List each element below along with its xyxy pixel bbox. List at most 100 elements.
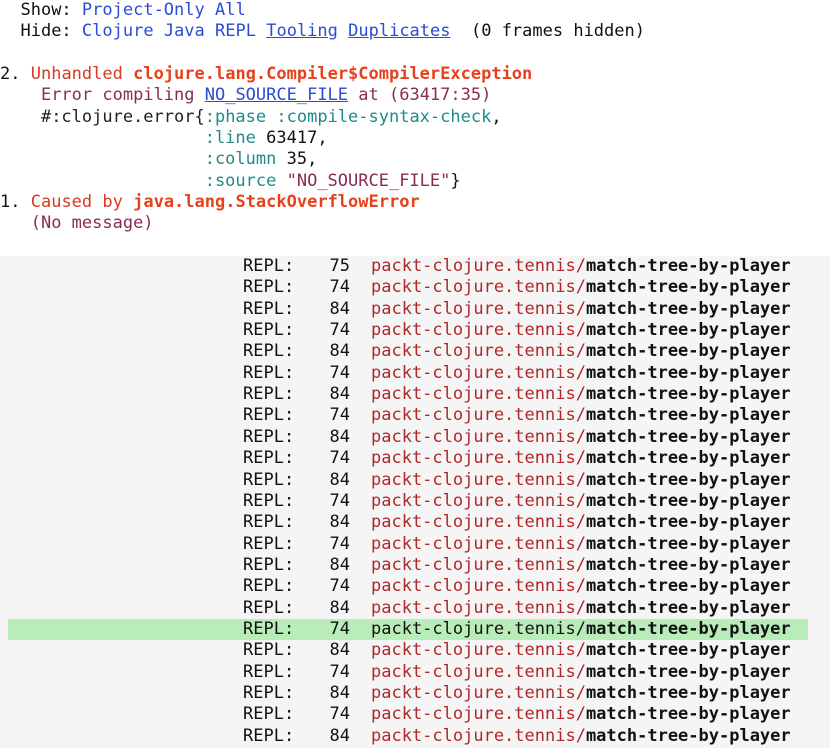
exception-data-line: #:clojure.error{:phase :compile-syntax-c… (0, 107, 502, 128)
filter-project-only[interactable]: Project-Only (82, 0, 205, 20)
frame-source: REPL: (243, 448, 295, 469)
stack-frame[interactable]: REPL: 84 packt-clojure.tennis/match-tree-b… (0, 384, 830, 405)
frame-namespace: packt-clojure.tennis/ (371, 683, 586, 703)
frame-source: REPL: (243, 384, 295, 405)
stack-frame[interactable]: REPL: 84 packt-clojure.tennis/match-tree-b… (0, 341, 830, 362)
frame-function[interactable]: packt-clojure.tennis/match-tree-by-playe… (371, 427, 791, 448)
filter-repl[interactable]: REPL (215, 21, 256, 41)
frame-function[interactable]: packt-clojure.tennis/match-tree-by-playe… (371, 726, 791, 747)
frame-function[interactable]: packt-clojure.tennis/match-tree-by-playe… (371, 320, 791, 341)
frame-function[interactable]: packt-clojure.tennis/match-tree-by-playe… (371, 448, 791, 469)
frame-function-name: match-tree-by-player (585, 384, 791, 405)
frame-namespace: packt-clojure.tennis/ (371, 661, 586, 682)
stack-frame[interactable]: REPL: 84 packt-clojure.tennis/match-tree-b… (0, 640, 830, 661)
frame-function[interactable]: packt-clojure.tennis/match-tree-by-playe… (371, 640, 791, 661)
frame-function[interactable]: packt-clojure.tennis/match-tree-by-playe… (371, 576, 791, 597)
data-key: :phase (204, 107, 267, 127)
exception-2-header: 2. Unhandled clojure.lang.Compiler$Compi… (0, 64, 532, 85)
frame-function-name: match-tree-by-player (585, 320, 791, 341)
stack-frame[interactable]: REPL: 74 packt-clojure.tennis/match-tree-b… (0, 277, 830, 298)
stack-frame[interactable]: REPL: 74 packt-clojure.tennis/match-tree-b… (0, 576, 830, 597)
frame-function[interactable]: packt-clojure.tennis/match-tree-by-playe… (371, 299, 791, 320)
message-text: Error compiling (40, 85, 195, 105)
frame-function[interactable]: packt-clojure.tennis/match-tree-by-playe… (371, 256, 791, 277)
frame-line-number: 74 (329, 618, 350, 639)
frame-line-number: 74 (329, 704, 350, 725)
frame-function[interactable]: packt-clojure.tennis/match-tree-by-playe… (371, 704, 791, 725)
stack-frame[interactable]: REPL: 84 packt-clojure.tennis/match-tree-b… (0, 726, 830, 747)
frame-line-number: 84 (329, 597, 350, 618)
filter-clojure[interactable]: Clojure (82, 21, 154, 41)
frame-function-name: match-tree-by-player (585, 341, 791, 362)
stack-frame[interactable]: REPL: 84 packt-clojure.tennis/match-tree-b… (0, 683, 830, 704)
frame-function[interactable]: packt-clojure.tennis/match-tree-by-playe… (371, 512, 791, 533)
frame-function[interactable]: packt-clojure.tennis/match-tree-by-playe… (371, 405, 791, 426)
frame-function[interactable]: packt-clojure.tennis/match-tree-by-playe… (371, 277, 791, 298)
frame-function-name: match-tree-by-player (585, 448, 791, 469)
show-filter-row: Show: Project-Only All (0, 0, 246, 21)
frame-function-name: match-tree-by-player (585, 490, 791, 511)
frame-function-name: match-tree-by-player (585, 469, 791, 490)
hide-label: Hide: (20, 21, 72, 41)
frame-namespace: packt-clojure.tennis/ (371, 512, 586, 533)
data-sep: , (307, 149, 318, 169)
frame-function[interactable]: packt-clojure.tennis/match-tree-by-playe… (371, 683, 791, 704)
data-sep: } (450, 171, 461, 191)
data-map-open: #:clojure.error{ (40, 107, 205, 127)
filter-tooling[interactable]: Tooling (266, 21, 338, 41)
frame-function[interactable]: packt-clojure.tennis/match-tree-by-playe… (371, 534, 791, 555)
stack-frame[interactable]: REPL: 84 packt-clojure.tennis/match-tree-b… (0, 512, 830, 533)
frame-line-number: 84 (329, 341, 350, 362)
hidden-frames-count: (0 frames hidden) (470, 21, 645, 41)
stack-frame[interactable]: REPL: 84 packt-clojure.tennis/match-tree-b… (0, 598, 830, 619)
frame-namespace: packt-clojure.tennis/ (371, 341, 586, 362)
message-location: at (63417:35) (358, 85, 492, 105)
stack-frame[interactable]: REPL: 84 packt-clojure.tennis/match-tree-b… (0, 555, 830, 576)
frame-function[interactable]: packt-clojure.tennis/match-tree-by-playe… (371, 491, 791, 512)
frame-function[interactable]: packt-clojure.tennis/match-tree-by-playe… (371, 341, 791, 362)
frame-function[interactable]: packt-clojure.tennis/match-tree-by-playe… (371, 619, 791, 640)
frame-source: REPL: (243, 469, 295, 490)
frame-source: REPL: (243, 725, 295, 746)
filter-duplicates[interactable]: Duplicates (348, 21, 450, 41)
stack-frame[interactable]: REPL: 74 packt-clojure.tennis/match-tree-b… (0, 534, 830, 555)
frame-line-number: 74 (329, 277, 350, 298)
frame-function[interactable]: packt-clojure.tennis/match-tree-by-playe… (371, 470, 791, 491)
stack-frame[interactable]: REPL: 84 packt-clojure.tennis/match-tree-b… (0, 427, 830, 448)
frame-line-number: 74 (329, 448, 350, 469)
stack-frame[interactable]: REPL: 84 packt-clojure.tennis/match-tree-b… (0, 299, 830, 320)
frame-function-name: match-tree-by-player (585, 683, 791, 703)
stack-frame[interactable]: REPL: 74 packt-clojure.tennis/match-tree-b… (0, 491, 830, 512)
data-sep: , (317, 128, 328, 148)
stack-frame-selected[interactable]: REPL: 74 packt-clojure.tennis/match-tree-b… (8, 618, 808, 641)
frame-function[interactable]: packt-clojure.tennis/match-tree-by-playe… (371, 662, 791, 683)
stack-frame[interactable]: REPL: 74 packt-clojure.tennis/match-tree-b… (0, 704, 830, 725)
exception-index: 1. (0, 192, 21, 212)
filter-java[interactable]: Java (164, 21, 205, 41)
stack-frame[interactable]: REPL: 74 packt-clojure.tennis/match-tree-b… (0, 662, 830, 683)
stack-frame[interactable]: REPL: 74 packt-clojure.tennis/match-tree-b… (0, 320, 830, 341)
hide-filter-row: Hide: Clojure Java REPL Tooling Duplicat… (0, 21, 645, 42)
frame-function-name: match-tree-by-player (585, 277, 791, 298)
stack-frame[interactable]: REPL: 75 packt-clojure.tennis/match-tree-b… (0, 256, 830, 277)
stack-frame[interactable]: REPL: 74 packt-clojure.tennis/match-tree-b… (0, 363, 830, 384)
frame-namespace: packt-clojure.tennis/ (371, 320, 586, 341)
filter-all[interactable]: All (215, 0, 246, 20)
frame-function[interactable]: packt-clojure.tennis/match-tree-by-playe… (371, 555, 791, 576)
exception-prefix: Unhandled (30, 64, 123, 84)
message-text: (No message) (30, 213, 154, 233)
source-file-link[interactable]: NO_SOURCE_FILE (205, 85, 348, 105)
stack-frame[interactable]: REPL: 74 packt-clojure.tennis/match-tree-b… (0, 448, 830, 469)
data-value: "NO_SOURCE_FILE" (286, 171, 451, 191)
frame-function-name: match-tree-by-player (585, 426, 791, 447)
show-label: Show: (20, 0, 72, 20)
frame-source: REPL: (243, 298, 295, 319)
frame-function[interactable]: packt-clojure.tennis/match-tree-by-playe… (371, 384, 791, 405)
stack-frame[interactable]: REPL: 74 packt-clojure.tennis/match-tree-b… (0, 405, 830, 426)
stack-frame[interactable]: REPL: 84 packt-clojure.tennis/match-tree-b… (0, 470, 830, 491)
frame-line-number: 74 (329, 533, 350, 554)
frame-namespace: packt-clojure.tennis/ (371, 426, 586, 447)
frame-function[interactable]: packt-clojure.tennis/match-tree-by-playe… (371, 598, 791, 619)
frame-function[interactable]: packt-clojure.tennis/match-tree-by-playe… (371, 363, 791, 384)
data-value: 35 (286, 149, 308, 169)
